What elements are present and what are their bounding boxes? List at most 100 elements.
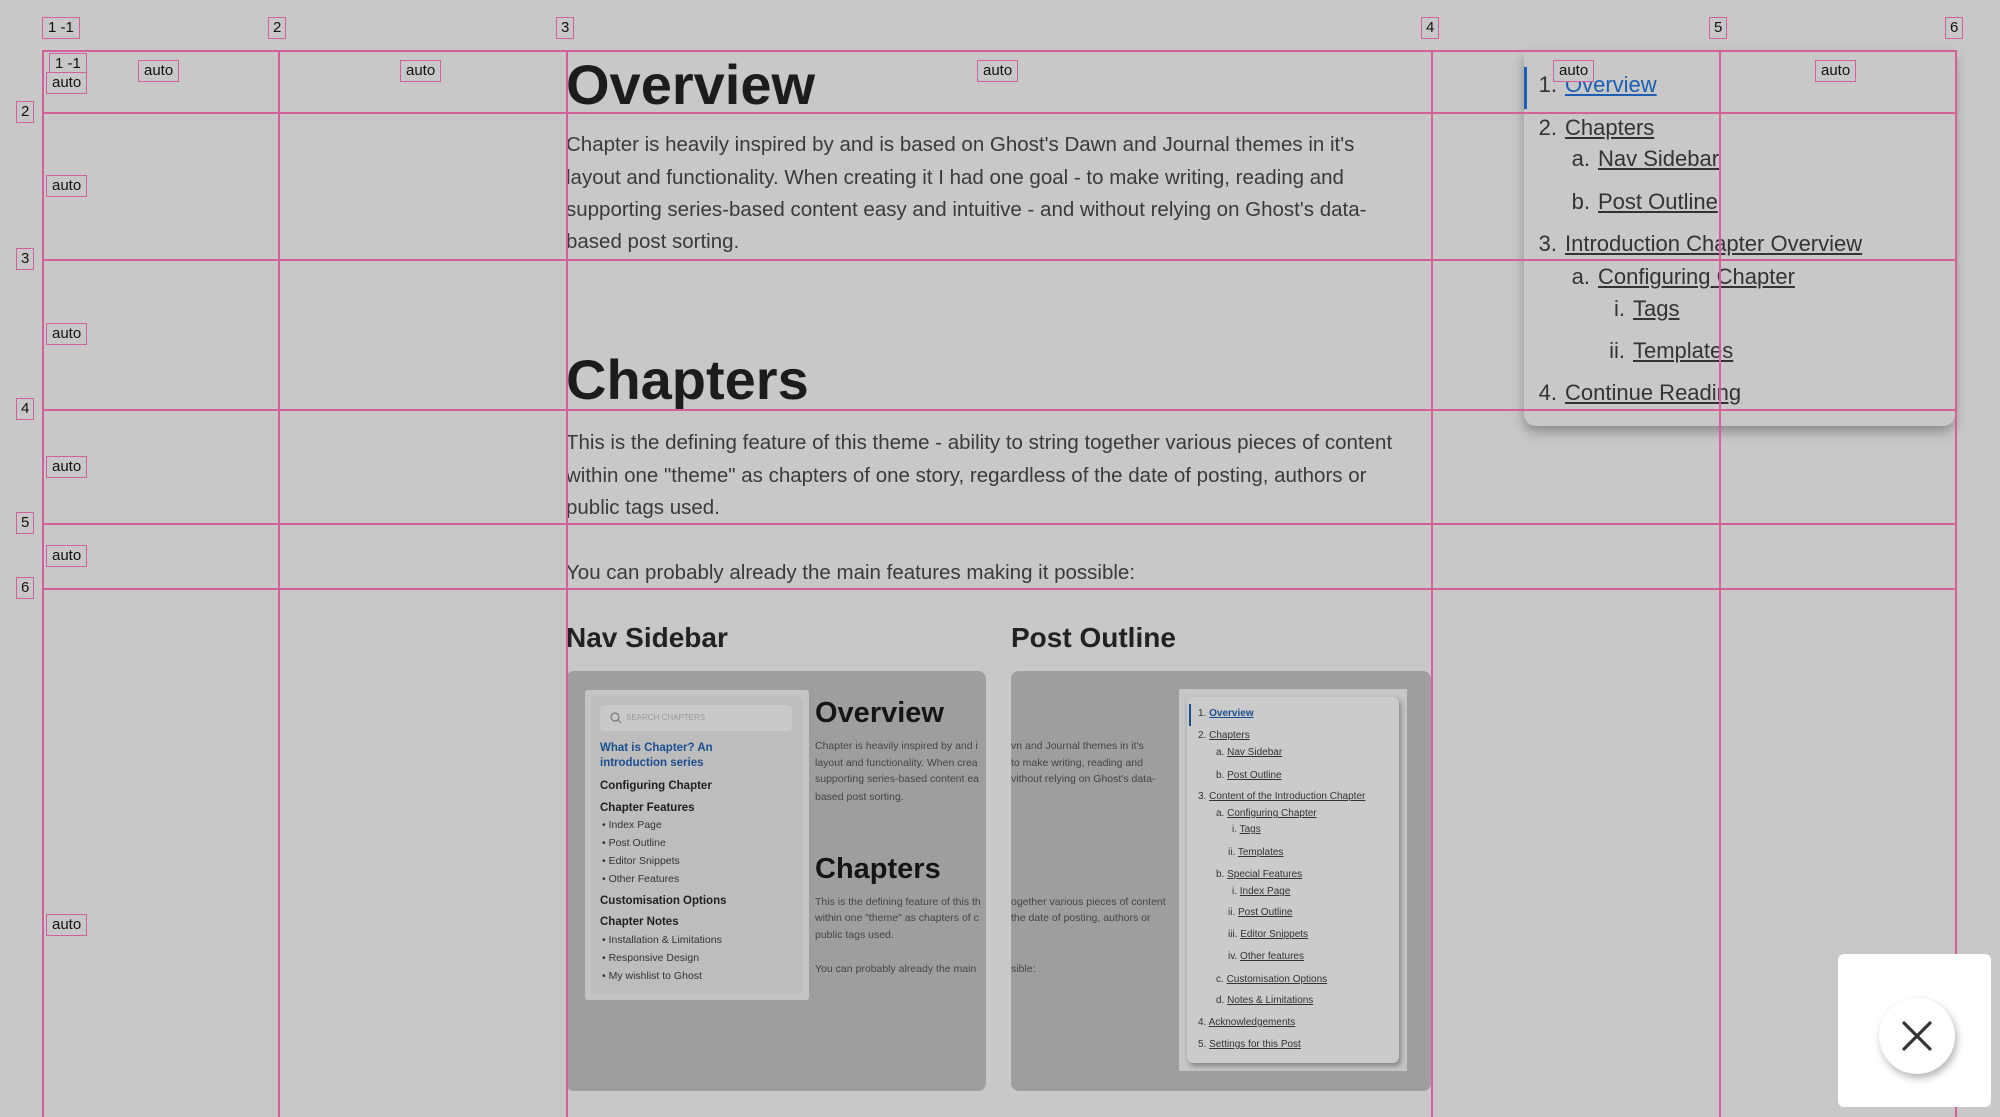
nav-sidebar-heading: Nav Sidebar [566, 622, 728, 653]
mini-search-input: SEARCH CHAPTERS [600, 705, 792, 731]
outline-number: d. [1216, 995, 1228, 1006]
outline-number: iii. [1228, 929, 1241, 940]
outline-link[interactable]: Post Outline [1598, 189, 1718, 214]
paragraph-line: public tags used. [566, 496, 720, 519]
outline-number: i. [1232, 886, 1240, 897]
outline-link[interactable]: Configuring Chapter [1598, 264, 1795, 289]
grid-column-label: 3 [556, 17, 575, 39]
grid-row-line [42, 523, 1955, 525]
mini-nav-item: • Other Features [602, 873, 680, 885]
grid-row-line [42, 409, 1955, 411]
grid-row-line [42, 50, 1955, 52]
search-icon [610, 712, 622, 724]
mini-outline-item: 1. Overview [1198, 708, 1254, 719]
grid-row-line [42, 588, 1955, 590]
paragraph-line: supporting series-based content easy and… [566, 198, 1367, 221]
mini-outline-item: b. Post Outline [1216, 770, 1282, 781]
outline-item-configuring-chapter[interactable]: Configuring Chapter [1598, 266, 1795, 288]
mini-nav-active: What is Chapter? An [600, 742, 713, 754]
mini-chapters-heading: Chapters [815, 853, 941, 885]
outline-item-continue-reading[interactable]: Continue Reading [1565, 382, 1741, 404]
outline-item-chapters[interactable]: Chapters [1565, 117, 1654, 139]
grid-column-label: 4 [1421, 17, 1440, 39]
mini-outline-item: 2. Chapters [1198, 730, 1250, 741]
mini-nav-item: • Post Outline [602, 837, 666, 849]
mini-nav-configuring: Configuring Chapter [600, 780, 712, 792]
grid-corner-label: 1 -1 [42, 17, 80, 39]
outline-link: Customisation Options [1226, 974, 1328, 985]
outline-link: Content of the Introduction Chapter [1209, 791, 1366, 802]
outline-link: Other features [1240, 951, 1304, 962]
grid-track-label: auto [1815, 60, 1857, 82]
outline-number: a. [1571, 146, 1590, 171]
mini-paragraph-line: layout and functionality. When crea [815, 757, 978, 769]
outline-number: a. [1571, 264, 1590, 289]
outline-link[interactable]: Continue Reading [1565, 380, 1741, 405]
grid-track-label: auto [138, 60, 180, 82]
outline-number: 3. [1538, 231, 1557, 256]
nav-sidebar-screenshot: SEARCH CHAPTERS What is Chapter? An intr… [566, 671, 986, 1091]
mini-outline-item: d. Notes & Limitations [1216, 995, 1313, 1006]
outline-item-tags[interactable]: Tags [1633, 298, 1679, 320]
mini-paragraph-line: sible: [1011, 963, 1036, 975]
mini-outline-item: iv. Other features [1228, 951, 1304, 962]
outline-link: Acknowledgements [1208, 1017, 1296, 1028]
active-indicator [1524, 67, 1527, 109]
mini-paragraph-line: vithout relying on Ghost's data- [1011, 773, 1156, 785]
mini-paragraph-line: the date of posting, authors or [1011, 912, 1151, 924]
mini-outline-item: 3. Content of the Introduction Chapter [1198, 791, 1365, 802]
outline-number: b. [1216, 770, 1228, 781]
mini-paragraph-line: within one "theme" as chapters of c [815, 912, 979, 924]
mini-outline-card [1179, 689, 1407, 1071]
outline-number: i. [1232, 824, 1240, 835]
outline-number: iv. [1228, 951, 1241, 962]
outline-link: Configuring Chapter [1227, 808, 1317, 819]
grid-column-line [42, 50, 44, 1117]
grid-row-line [42, 112, 1955, 114]
outline-number: b. [1571, 189, 1590, 214]
grid-track-label: auto [977, 60, 1019, 82]
mini-nav-item: • Responsive Design [602, 952, 700, 964]
outline-link: Index Page [1239, 886, 1291, 897]
grid-column-line [1719, 50, 1721, 1117]
outline-item-introduction-chapter-overview[interactable]: Introduction Chapter Overview [1565, 233, 1862, 255]
mini-paragraph-line: ogether various pieces of content [1011, 896, 1166, 908]
mini-paragraph-line: Chapter is heavily inspired by and i [815, 740, 978, 752]
outline-number: ii. [1228, 907, 1238, 918]
outline-link: Overview [1209, 708, 1254, 719]
mini-paragraph-line: based post sorting. [815, 791, 904, 803]
mini-nav-notes: Chapter Notes [600, 916, 679, 928]
outline-number: 4. [1538, 380, 1557, 405]
mini-outline-item: 5. Settings for this Post [1198, 1039, 1301, 1050]
grid-track-label: auto [46, 456, 88, 478]
outline-link[interactable]: Introduction Chapter Overview [1565, 231, 1862, 256]
grid-track-label: auto [1553, 60, 1595, 82]
outline-item-post-outline[interactable]: Post Outline [1598, 191, 1718, 213]
mini-outline-item: a. Configuring Chapter [1216, 808, 1317, 819]
paragraph-line: within one "theme" as chapters of one st… [566, 464, 1367, 487]
grid-track-label: auto [46, 323, 88, 345]
outline-item-nav-sidebar[interactable]: Nav Sidebar [1598, 148, 1719, 170]
paragraph-line: based post sorting. [566, 230, 740, 253]
paragraph-line: layout and functionality. When creating … [566, 166, 1344, 189]
overview-heading: Overview [566, 53, 816, 116]
outline-link: Templates [1237, 847, 1284, 858]
mini-nav-features: Chapter Features [600, 802, 695, 814]
mini-paragraph-line: public tags used. [815, 929, 894, 941]
outline-link[interactable]: Tags [1633, 296, 1679, 321]
mini-outline-item: 4. Acknowledgements [1198, 1017, 1295, 1028]
grid-track-label: auto [46, 545, 88, 567]
outline-link[interactable]: Chapters [1565, 115, 1654, 140]
paragraph-line: Chapter is heavily inspired by and is ba… [566, 133, 1355, 156]
outline-number: ii. [1609, 338, 1625, 363]
mini-nav-item: • Installation & Limitations [602, 934, 722, 946]
grid-track-label: auto [46, 72, 88, 94]
outline-number: a. [1216, 747, 1228, 758]
outline-number: 2. [1538, 115, 1557, 140]
grid-row-label: 3 [16, 248, 35, 270]
outline-link[interactable]: Nav Sidebar [1598, 146, 1719, 171]
mini-outline-item: a. Nav Sidebar [1216, 747, 1282, 758]
outline-link: Post Outline [1238, 907, 1293, 918]
close-button[interactable] [1879, 998, 1955, 1074]
grid-row-label: 4 [16, 398, 35, 420]
